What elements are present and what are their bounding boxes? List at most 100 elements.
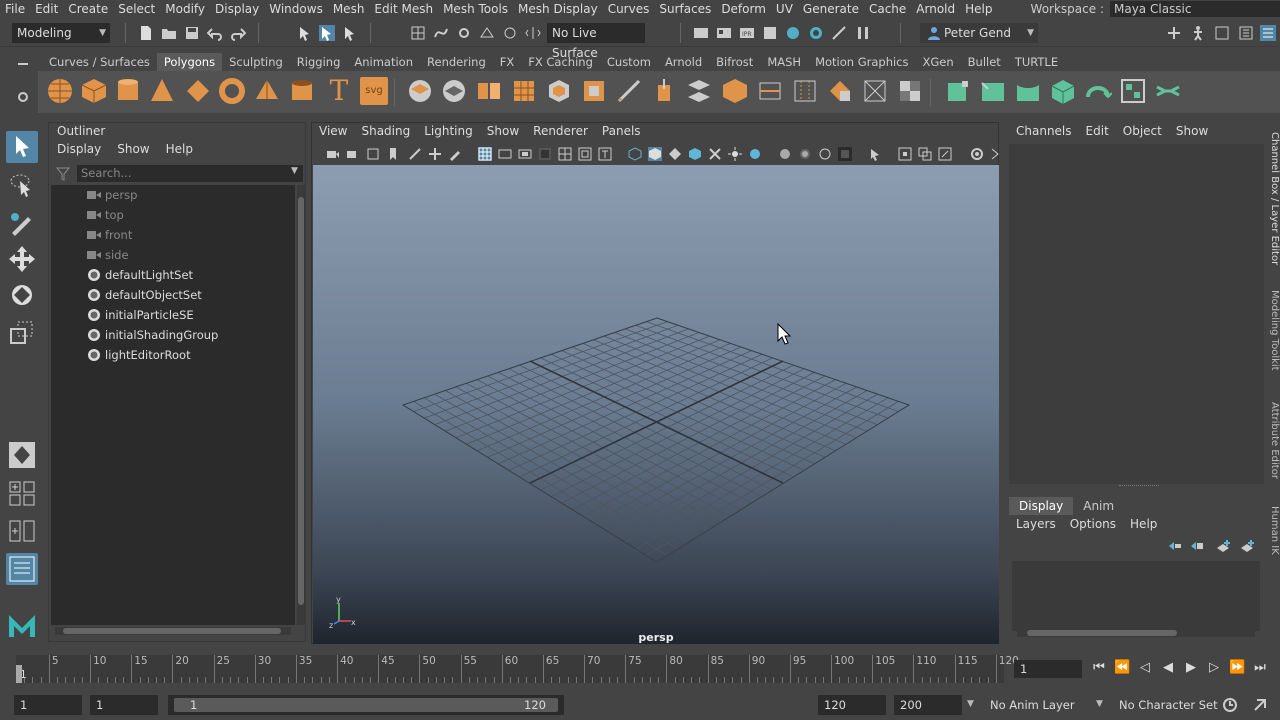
symmetry-icon[interactable] [525,25,541,41]
snap-view-plane-icon[interactable] [479,25,495,41]
shelf-tab-fx[interactable]: FX [493,53,522,71]
select-tool-icon[interactable] [6,131,38,163]
svg-tool-icon[interactable]: svg [360,77,388,105]
shelf-tab-sculpting[interactable]: Sculpting [222,53,290,71]
uv-editor-icon[interactable] [896,77,924,105]
panel-resize-handle[interactable] [1119,485,1159,487]
motion-blur-icon[interactable] [818,147,832,161]
shelf-tab-rendering[interactable]: Rendering [420,53,493,71]
cylindrical-mapping-icon[interactable] [979,77,1007,105]
tool-settings-icon[interactable] [1238,25,1254,41]
layer-tab-anim[interactable]: Anim [1073,497,1124,515]
smooth-icon[interactable] [510,77,538,105]
scrollbar-thumb[interactable] [298,197,304,605]
menuset-dropdown[interactable]: Modeling ▼ [12,23,110,43]
move-layer-up-icon[interactable] [1167,539,1183,553]
unfold-icon[interactable] [1084,77,1112,105]
cut-sew-uv-icon[interactable] [1154,77,1182,105]
menu-mesh-tools[interactable]: Mesh Tools [438,2,513,16]
menu-modify[interactable]: Modify [160,2,210,16]
shelf-tab-turtle[interactable]: TURTLE [1008,53,1065,71]
resolution-gate-icon[interactable] [518,147,532,161]
outliner-item[interactable]: defaultLightSet [51,265,295,285]
reduce-icon[interactable] [545,77,573,105]
render-settings-icon[interactable] [762,25,778,41]
outliner-item[interactable]: initialParticleSE [51,305,295,325]
xray-components-icon[interactable] [918,147,932,161]
new-layer-icon[interactable] [1215,539,1231,553]
shelf-tab-rigging[interactable]: Rigging [290,53,348,71]
textured-icon[interactable] [728,147,742,161]
gate-mask-icon[interactable] [538,147,552,161]
select-component-icon[interactable] [342,25,358,41]
menu-curves[interactable]: Curves [603,2,655,16]
light-editor-icon[interactable] [831,25,847,41]
render-view-icon[interactable] [693,25,709,41]
grid-toggle-icon[interactable] [478,147,492,161]
outliner-item[interactable]: initialShadingGroup [51,325,295,345]
layer-horizontal-scrollbar[interactable] [1017,629,1255,637]
bridge-icon[interactable] [685,77,713,105]
xray-joints-icon[interactable] [898,147,912,161]
move-tool-icon[interactable] [6,243,38,275]
time-slider-track[interactable]: 5 10 15 20 25 30 35 40 45 50 55 60 65 70 75 80 85 90 95 100… [16,655,1019,683]
viewport-menu-renderer[interactable]: Renderer [526,124,595,142]
snap-curve-icon[interactable] [433,25,449,41]
wireframe-shading-icon[interactable] [628,147,642,161]
shelf-tab-bullet[interactable]: Bullet [961,53,1008,71]
anti-aliasing-icon[interactable] [838,147,852,161]
layer-menu-options[interactable]: Options [1063,517,1123,531]
render-setup-icon[interactable] [808,25,824,41]
shelf-tab-animation[interactable]: Animation [347,53,420,71]
outliner-item[interactable]: defaultObjectSet [51,285,295,305]
outliner-vertical-scrollbar[interactable] [297,185,305,625]
channel-menu-edit[interactable]: Edit [1079,122,1116,142]
animation-preferences-icon[interactable] [1252,697,1268,713]
use-default-material-icon[interactable] [668,147,682,161]
shelf-tab-curves-surfaces[interactable]: Curves / Surfaces [42,53,157,71]
screen-space-ao-icon[interactable] [798,147,812,161]
outliner-item[interactable]: lightEditorRoot [51,345,295,365]
frame-all-icon[interactable] [938,147,952,161]
xray-icon[interactable] [708,147,722,161]
channel-box-body[interactable] [1009,144,1264,484]
viewport-menu-show[interactable]: Show [480,124,526,142]
layer-menu-layers[interactable]: Layers [1009,517,1063,531]
scrollbar-thumb[interactable] [63,628,281,634]
menu-generate[interactable]: Generate [798,2,864,16]
shelf-tab-fx-caching[interactable]: FX Caching [521,53,600,71]
outliner-item[interactable]: side [51,245,295,265]
poly-pipe-icon[interactable] [288,77,316,105]
automatic-mapping-icon[interactable] [1049,77,1077,105]
menu-mesh[interactable]: Mesh [328,2,370,16]
film-gate-icon[interactable] [498,147,512,161]
select-hierarchy-icon[interactable] [297,25,313,41]
menu-display[interactable]: Display [210,2,264,16]
layer-menu-help[interactable]: Help [1123,517,1164,531]
camera-attributes-icon[interactable] [346,147,360,161]
menu-deform[interactable]: Deform [716,2,771,16]
new-layer-selected-icon[interactable] [1239,539,1255,553]
viewport-settings-icon[interactable] [970,147,984,161]
outliner-menu-help[interactable]: Help [158,142,201,160]
shadows-icon[interactable] [778,147,792,161]
shelf-tab-arnold[interactable]: Arnold [658,53,709,71]
shelf-tab-motion-graphics[interactable]: Motion Graphics [808,53,915,71]
animation-end-field[interactable]: 200 [894,695,962,715]
outliner-item[interactable]: top [51,205,295,225]
isolate-select-icon[interactable] [868,147,882,161]
playback-start-field[interactable]: 1 [90,695,158,715]
bookmark-icon[interactable] [386,147,400,161]
chevron-down-icon[interactable]: ▼ [967,699,974,709]
go-to-start-icon[interactable]: ⏮ [1091,660,1107,676]
outliner-item[interactable]: front [51,225,295,245]
auto-key-icon[interactable] [1222,697,1238,713]
range-slider-handle[interactable] [174,698,558,712]
play-backwards-icon[interactable]: ◀ [1160,660,1176,676]
two-view-layout-icon[interactable] [6,515,38,547]
fill-hole-icon[interactable] [826,77,854,105]
save-scene-icon[interactable] [184,25,200,41]
menu-edit-mesh[interactable]: Edit Mesh [369,2,438,16]
menu-arnold[interactable]: Arnold [911,2,960,16]
animation-start-field[interactable]: 1 [14,695,82,715]
